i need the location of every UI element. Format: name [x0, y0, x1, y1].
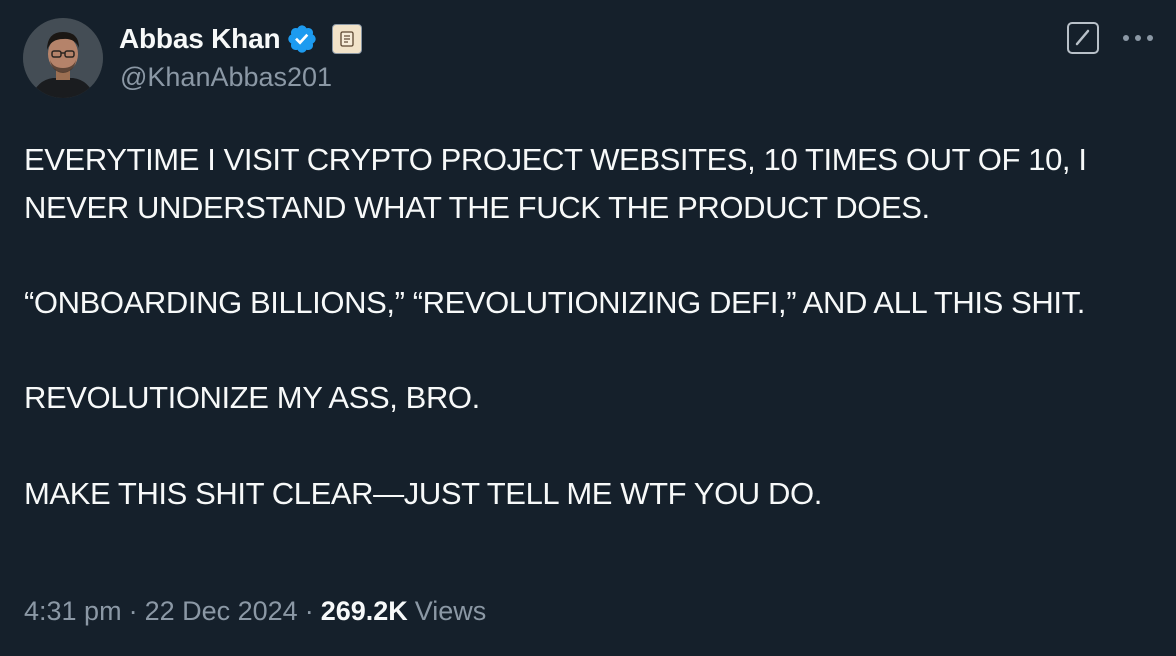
tweet-card: Abbas Khan @KhanAbbas201 EVERYTIME I VIS…	[0, 0, 1176, 656]
tweet-paragraph: REVOLUTIONIZE MY ASS, BRO.	[24, 380, 480, 416]
meta-separator: ·	[128, 596, 138, 626]
tweet-paragraph: MAKE THIS SHIT CLEAR—JUST TELL ME WTF YO…	[24, 475, 822, 511]
tweet-paragraph: EVERYTIME I VISIT CRYPTO PROJECT WEBSITE…	[24, 142, 1087, 225]
tweet-meta: 4:31 pm · 22 Dec 2024 · 269.2K Views	[24, 596, 486, 627]
verified-badge-icon[interactable]	[286, 23, 318, 55]
scroll-icon[interactable]	[332, 24, 363, 54]
tweet-time[interactable]: 4:31 pm	[24, 596, 122, 627]
author-handle[interactable]: @KhanAbbas201	[120, 62, 332, 93]
author-display-name[interactable]: Abbas Khan	[119, 23, 281, 55]
avatar[interactable]	[23, 18, 103, 98]
profile-photo	[23, 18, 103, 98]
more-dots-icon[interactable]	[1118, 24, 1158, 52]
views-count[interactable]: 269.2K	[321, 596, 408, 627]
tweet-text: EVERYTIME I VISIT CRYPTO PROJECT WEBSITE…	[24, 136, 1159, 518]
meta-separator: ·	[304, 596, 314, 626]
author-name-row: Abbas Khan	[119, 21, 363, 57]
grok-icon[interactable]	[1067, 22, 1099, 54]
views-label: Views	[414, 596, 487, 626]
tweet-date[interactable]: 22 Dec 2024	[145, 596, 298, 627]
tweet-paragraph: “ONBOARDING BILLIONS,” “REVOLUTIONIZING …	[24, 285, 1085, 321]
